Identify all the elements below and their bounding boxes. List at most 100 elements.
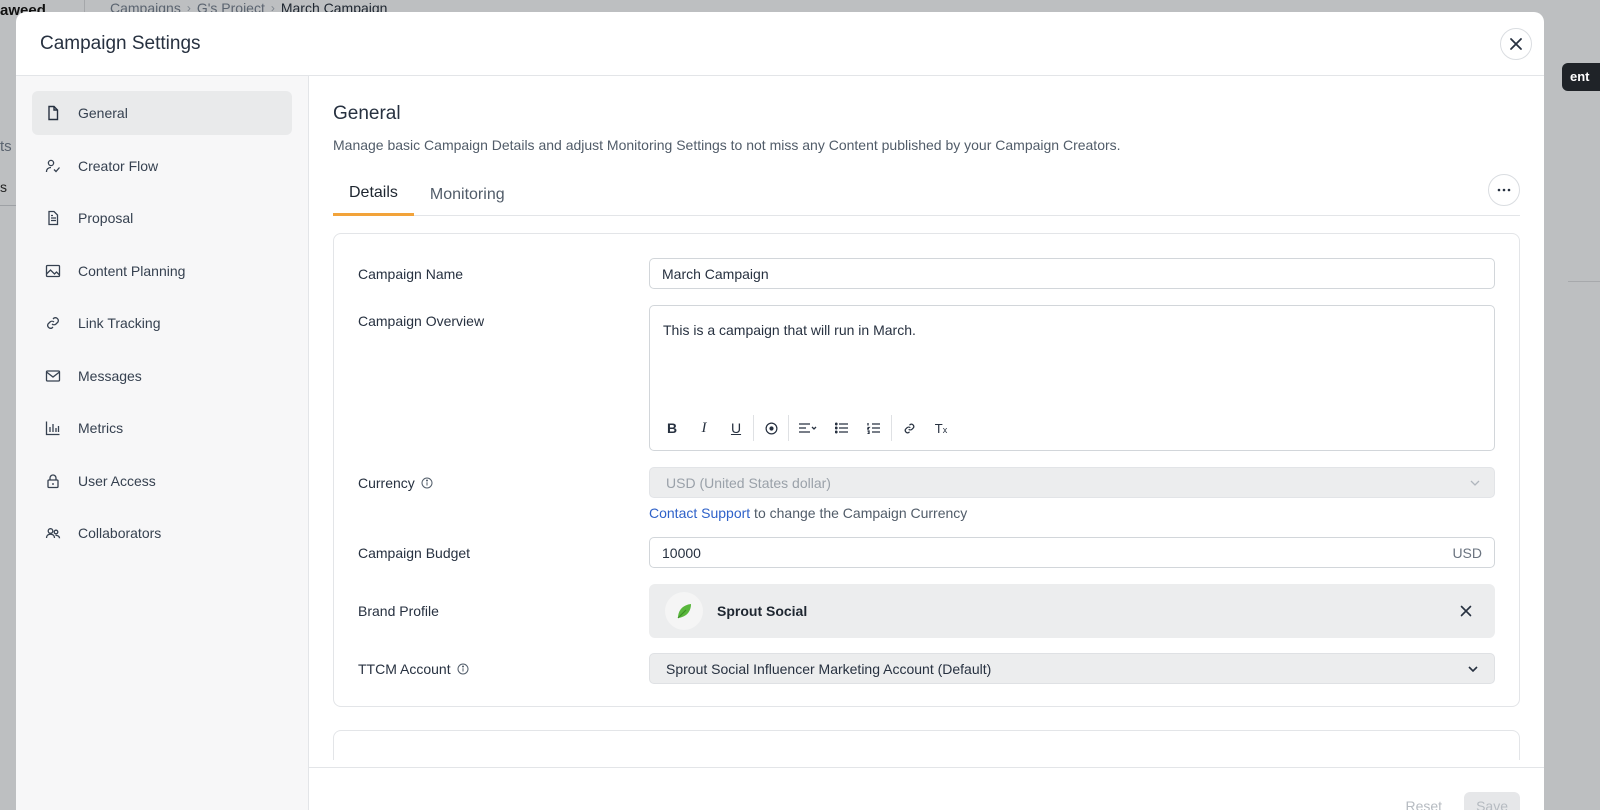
close-icon (1460, 605, 1472, 617)
sidebar-item-general[interactable]: General (32, 91, 292, 135)
sidebar-item-link-tracking[interactable]: Link Tracking (32, 301, 292, 345)
bold-button[interactable]: B (656, 415, 688, 441)
remove-brand-button[interactable] (1457, 602, 1475, 620)
campaign-budget-input[interactable]: 10000 USD (649, 537, 1495, 568)
bold-icon: B (666, 420, 678, 436)
lock-icon (44, 472, 62, 490)
emoji-button[interactable] (755, 415, 787, 441)
label-text: Campaign Overview (358, 313, 485, 329)
ttcm-account-label: TTCM Account (358, 661, 649, 677)
contact-support-link[interactable]: Contact Support (649, 505, 750, 521)
campaign-name-input[interactable]: March Campaign (649, 258, 1495, 289)
close-button[interactable] (1500, 28, 1532, 60)
sprout-social-logo (665, 592, 703, 630)
link-icon (44, 314, 62, 332)
input-value: March Campaign (662, 265, 769, 282)
section-title: General (333, 103, 401, 124)
next-card (333, 730, 1520, 760)
editor-toolbar: B I U Tx (656, 414, 957, 442)
sidebar-item-label: General (78, 105, 128, 121)
modal-header: Campaign Settings (16, 12, 1544, 76)
sidebar-item-proposal[interactable]: Proposal (32, 196, 292, 240)
settings-content: General Manage basic Campaign Details an… (309, 76, 1544, 810)
brand-profile-row: Brand Profile Sprout Social (358, 584, 1495, 638)
envelope-icon (44, 367, 62, 385)
emoji-icon (765, 422, 777, 434)
file-icon (44, 104, 62, 122)
link-icon (904, 423, 914, 433)
input-value: 10000 (662, 544, 701, 561)
italic-button[interactable]: I (688, 415, 720, 441)
ellipsis-icon (1497, 188, 1511, 192)
underline-icon: U (730, 420, 742, 436)
select-value: USD (United States dollar) (666, 474, 831, 491)
modal-title: Campaign Settings (40, 32, 201, 54)
settings-sidebar: General Creator Flow Proposal Content Pl… (16, 76, 309, 810)
campaign-budget-row: Campaign Budget 10000 USD (358, 537, 1495, 568)
background-divider (1568, 281, 1600, 282)
campaign-overview-editor[interactable]: This is a campaign that will run in Marc… (649, 305, 1495, 451)
sidebar-item-label: Content Planning (78, 262, 186, 279)
close-icon (1510, 38, 1522, 50)
reset-button[interactable]: Reset (1394, 792, 1455, 810)
sidebar-item-label: Creator Flow (78, 157, 159, 174)
campaign-settings-modal: Campaign Settings General Creator Flow P… (16, 12, 1544, 810)
label-text: TTCM Account (358, 660, 451, 677)
currency-field-wrap: USD (United States dollar) Contact Suppo… (649, 467, 1495, 521)
info-icon[interactable] (421, 477, 433, 489)
settings-tabs: Details Monitoring (333, 174, 1520, 216)
section-description: Manage basic Campaign Details and adjust… (333, 137, 1121, 153)
document-icon (44, 209, 62, 227)
campaign-overview-label: Campaign Overview (358, 305, 649, 329)
brand-profile-label: Brand Profile (358, 603, 649, 619)
background-side-text: ts (0, 138, 12, 155)
editor-content[interactable]: This is a campaign that will run in Marc… (663, 322, 916, 338)
background-divider (0, 205, 16, 206)
campaign-name-label: Campaign Name (358, 266, 649, 282)
chevron-down-icon (1470, 480, 1480, 486)
campaign-budget-field-wrap: 10000 USD (649, 537, 1495, 568)
modal-footer: Reset Save (309, 767, 1544, 810)
person-flow-icon (44, 157, 62, 175)
details-card: Campaign Name March Campaign Campaign Ov… (333, 233, 1520, 707)
footer-actions: Reset Save (1394, 792, 1520, 810)
sidebar-item-metrics[interactable]: Metrics (32, 406, 292, 450)
align-dropdown-button[interactable] (790, 415, 826, 441)
label-text: Brand Profile (358, 603, 439, 619)
currency-helper: Contact Support to change the Campaign C… (649, 505, 1495, 521)
align-left-icon (799, 423, 817, 433)
clear-format-icon: Tx (934, 420, 948, 436)
sidebar-item-user-access[interactable]: User Access (32, 459, 292, 503)
bullet-list-button[interactable] (826, 415, 858, 441)
numbered-list-icon (867, 423, 880, 434)
sidebar-item-label: User Access (78, 472, 156, 489)
ttcm-account-select[interactable]: Sprout Social Influencer Marketing Accou… (649, 653, 1495, 684)
more-options-button[interactable] (1488, 174, 1520, 206)
sidebar-item-messages[interactable]: Messages (32, 354, 292, 398)
background-side-text: s (0, 179, 7, 195)
sidebar-item-label: Metrics (78, 420, 124, 436)
sidebar-item-creator-flow[interactable]: Creator Flow (32, 144, 292, 188)
leaf-icon (677, 604, 691, 619)
chevron-down-icon (1468, 665, 1478, 672)
numbered-list-button[interactable] (858, 415, 890, 441)
currency-row: Currency USD (United States dollar) Cont… (358, 467, 1495, 521)
toolbar-divider (788, 415, 789, 441)
tab-details[interactable]: Details (333, 175, 414, 216)
sidebar-item-label: Messages (78, 367, 142, 384)
tab-monitoring[interactable]: Monitoring (414, 175, 521, 215)
info-icon[interactable] (457, 663, 469, 675)
sidebar-item-content-planning[interactable]: Content Planning (32, 249, 292, 293)
campaign-overview-row: Campaign Overview This is a campaign tha… (358, 305, 1495, 451)
currency-select: USD (United States dollar) (649, 467, 1495, 498)
label-text: Currency (358, 474, 415, 491)
modal-body: General Creator Flow Proposal Content Pl… (16, 76, 1544, 810)
clear-format-button[interactable]: Tx (925, 415, 957, 441)
save-button[interactable]: Save (1464, 792, 1520, 810)
sidebar-item-collaborators[interactable]: Collaborators (32, 511, 292, 555)
insert-link-button[interactable] (893, 415, 925, 441)
ttcm-account-field-wrap: Sprout Social Influencer Marketing Accou… (649, 653, 1495, 684)
sidebar-item-label: Proposal (78, 210, 134, 226)
underline-button[interactable]: U (720, 415, 752, 441)
label-text: Campaign Budget (358, 544, 471, 561)
